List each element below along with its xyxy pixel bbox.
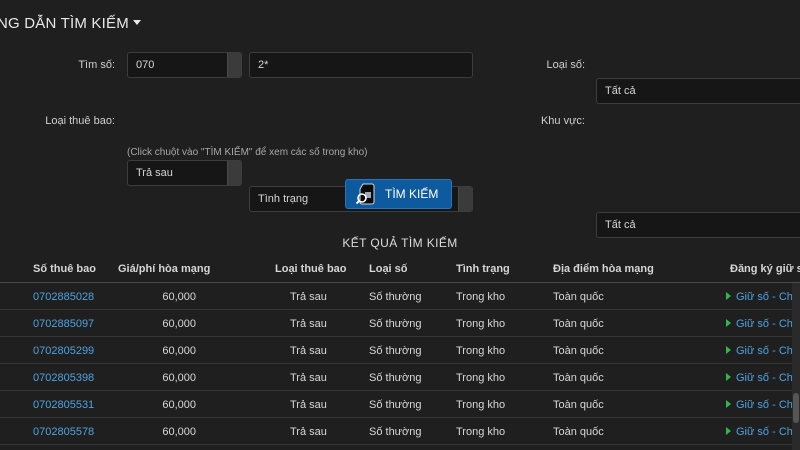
location-cell: Toàn quốc: [553, 318, 604, 330]
hold-number-action[interactable]: Giữ số - Chi tiết: [726, 345, 792, 357]
subscription-type-cell: Trả sau: [290, 399, 327, 411]
hold-number-action[interactable]: Giữ số - Chi tiết: [726, 318, 792, 330]
hold-number-link[interactable]: Giữ số - Chi tiết: [736, 291, 792, 303]
loai-so-value: Tất cả: [605, 85, 636, 97]
hold-number-link[interactable]: Giữ số - Chi tiết: [736, 399, 792, 411]
tim-so-prefix-value: 070: [136, 59, 155, 71]
phone-number-link[interactable]: 0702805299: [33, 345, 94, 357]
results-title: KẾT QUẢ TÌM KIẾM: [342, 236, 458, 250]
location-cell: Toàn quốc: [553, 291, 604, 303]
search-button-label: TÌM KIẾM: [385, 187, 439, 201]
hold-number-link[interactable]: Giữ số - Chi tiết: [736, 318, 792, 330]
location-cell: Toàn quốc: [553, 372, 604, 384]
hold-number-link[interactable]: Giữ số - Chi tiết: [736, 372, 792, 384]
subscription-type-cell: Trả sau: [290, 345, 327, 357]
loai-so-label: Loại số:: [546, 59, 585, 71]
col-header-dang-ky[interactable]: Đăng ký giữ số: [730, 263, 800, 275]
khu-vuc-select[interactable]: Tất cả: [596, 212, 800, 238]
table-row: 0702805299 60,000 Trả sau Số thường Trong kh…: [0, 337, 800, 364]
triangle-right-icon: [726, 400, 731, 409]
phone-number-link[interactable]: 0702805531: [33, 399, 94, 411]
loai-thue-bao-label: Loại thuê bao:: [45, 115, 115, 127]
col-header-dia-diem[interactable]: Địa điểm hòa mạng: [553, 263, 654, 275]
loai-thue-bao-value: Trả sau: [136, 167, 173, 179]
loai-thue-bao-select[interactable]: Trả sau: [127, 160, 242, 186]
status-cell: Trong kho: [456, 318, 506, 330]
sim-search-icon: [356, 183, 375, 205]
tim-so-label: Tìm số:: [78, 59, 115, 71]
search-hint: (Click chuột vào "TÌM KIẾM" để xem các s…: [127, 147, 368, 158]
triangle-right-icon: [726, 319, 731, 328]
price-cell: 60,000: [162, 399, 196, 411]
select-handle: [458, 187, 472, 211]
subscription-type-cell: Trả sau: [290, 372, 327, 384]
tim-so-prefix-select[interactable]: 070: [127, 52, 242, 78]
table-row: 0702805398 60,000 Trả sau Số thường Trong kh…: [0, 364, 800, 391]
hold-number-link[interactable]: Giữ số - Chi tiết: [736, 345, 792, 357]
table-row: 0702885028 60,000 Trả sau Số thường Trong kh…: [0, 283, 800, 310]
search-button[interactable]: TÌM KIẾM: [345, 179, 452, 209]
phone-number-link[interactable]: 0702805398: [33, 372, 94, 384]
caret-down-icon: [132, 19, 141, 25]
price-cell: 60,000: [162, 291, 196, 303]
hold-number-link[interactable]: Giữ số - Chi tiết: [736, 426, 792, 438]
phone-number-link[interactable]: 0702885028: [33, 291, 94, 303]
hold-number-action[interactable]: Giữ số - Chi tiết: [726, 426, 792, 438]
page-title[interactable]: NG DẪN TÌM KIẾM: [0, 15, 141, 32]
tim-so-pattern-input[interactable]: [249, 52, 473, 78]
col-header-gia-phi[interactable]: Giá/phí hòa mạng: [118, 263, 210, 275]
price-cell: 60,000: [162, 372, 196, 384]
number-type-cell: Số thường: [369, 426, 422, 438]
location-cell: Toàn quốc: [553, 426, 604, 438]
triangle-right-icon: [726, 346, 731, 355]
triangle-right-icon: [726, 373, 731, 382]
phone-number-link[interactable]: 0702885097: [33, 318, 94, 330]
loai-so-select[interactable]: Tất cả: [596, 78, 800, 104]
table-row: 0702805578 60,000 Trả sau Số thường Trong kh…: [0, 418, 800, 445]
status-cell: Trong kho: [456, 291, 506, 303]
col-header-so-thue-bao[interactable]: Số thuê bao: [33, 263, 96, 275]
subscription-type-cell: Trả sau: [290, 426, 327, 438]
price-cell: 60,000: [162, 318, 196, 330]
number-type-cell: Số thường: [369, 345, 422, 357]
phone-number-link[interactable]: 0702805578: [33, 426, 94, 438]
number-type-cell: Số thường: [369, 372, 422, 384]
hold-number-action[interactable]: Giữ số - Chi tiết: [726, 372, 792, 384]
scrollbar-thumb[interactable]: [793, 393, 799, 423]
number-type-cell: Số thường: [369, 318, 422, 330]
table-row: 0702805531 60,000 Trả sau Số thường Trong kh…: [0, 391, 800, 418]
page-title-text: NG DẪN TÌM KIẾM: [0, 15, 129, 32]
location-cell: Toàn quốc: [553, 399, 604, 411]
price-cell: 60,000: [162, 345, 196, 357]
results-scrollbar[interactable]: [792, 283, 800, 450]
tinh-trang-value: Tình trạng: [258, 193, 309, 205]
number-type-cell: Số thường: [369, 291, 422, 303]
subscription-type-cell: Trả sau: [290, 291, 327, 303]
khu-vuc-label: Khu vực:: [540, 115, 585, 127]
col-header-loai-so[interactable]: Loại số: [369, 263, 408, 275]
table-row: 0702885097 60,000 Trả sau Số thường Trong kh…: [0, 310, 800, 337]
price-cell: 60,000: [162, 426, 196, 438]
col-header-tinh-trang[interactable]: Tình trạng: [456, 263, 510, 275]
select-handle: [227, 161, 241, 185]
location-cell: Toàn quốc: [553, 345, 604, 357]
subscription-type-cell: Trả sau: [290, 318, 327, 330]
col-header-loai-thue-bao[interactable]: Loại thuê bao: [275, 263, 347, 275]
status-cell: Trong kho: [456, 372, 506, 384]
hold-number-action[interactable]: Giữ số - Chi tiết: [726, 399, 792, 411]
hold-number-action[interactable]: Giữ số - Chi tiết: [726, 291, 792, 303]
triangle-right-icon: [726, 292, 731, 301]
status-cell: Trong kho: [456, 426, 506, 438]
number-type-cell: Số thường: [369, 399, 422, 411]
select-handle: [227, 53, 241, 77]
triangle-right-icon: [726, 427, 731, 436]
status-cell: Trong kho: [456, 399, 506, 411]
status-cell: Trong kho: [456, 345, 506, 357]
khu-vuc-value: Tất cả: [605, 219, 636, 231]
